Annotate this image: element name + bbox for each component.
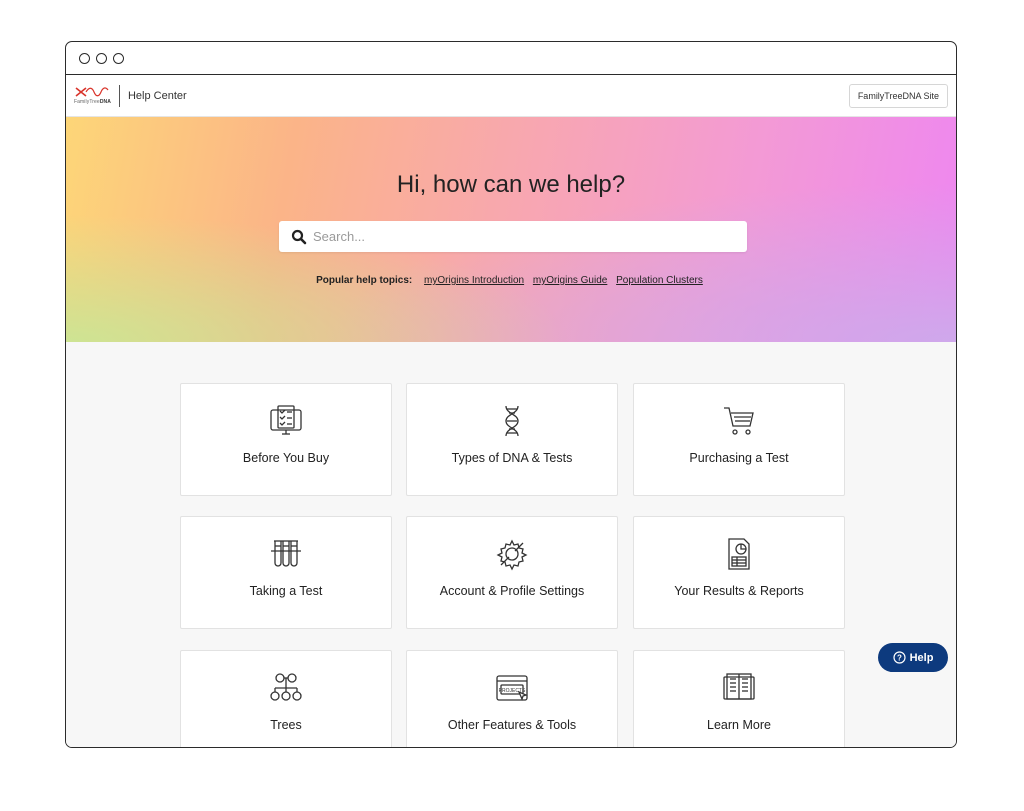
test-tubes-icon <box>271 540 301 567</box>
browser-window: FamilyTreeDNA Help Center FamilyTreeDNA … <box>65 41 957 748</box>
hero-title: Hi, how can we help? <box>396 171 626 198</box>
card-label: Trees <box>270 718 302 732</box>
card-your-results-reports[interactable]: Your Results & Reports <box>633 516 845 629</box>
card-label: Purchasing a Test <box>689 451 789 465</box>
card-taking-a-test[interactable]: Taking a Test <box>180 516 392 629</box>
open-book-icon <box>723 673 755 700</box>
help-center-title[interactable]: Help Center <box>128 90 187 102</box>
popular-link-myorigins-guide[interactable]: myOrigins Guide <box>533 275 607 286</box>
card-label: Account & Profile Settings <box>439 584 585 598</box>
popular-link-population-clusters[interactable]: Population Clusters <box>616 275 703 286</box>
brand[interactable]: FamilyTreeDNA Help Center <box>74 84 187 107</box>
logo[interactable]: FamilyTreeDNA <box>74 86 111 105</box>
dna-helix-icon <box>505 405 519 437</box>
card-label: Other Features & Tools <box>447 718 577 732</box>
help-widget-label: Help <box>909 651 934 664</box>
card-label: Before You Buy <box>242 451 330 465</box>
help-widget-button[interactable]: ? Help <box>878 643 948 672</box>
gear-wrench-icon <box>496 539 528 571</box>
logo-text: FamilyTreeDNA <box>74 99 111 105</box>
shopping-cart-icon <box>724 407 754 435</box>
card-label: Learn More <box>707 718 771 732</box>
card-account-profile-settings[interactable]: Account & Profile Settings <box>406 516 618 629</box>
family-tree-icon <box>270 673 302 701</box>
dna-logo-icon <box>75 87 109 97</box>
card-other-features-tools[interactable]: PROJECTS Other Features & Tools <box>406 650 618 747</box>
card-types-of-dna-tests[interactable]: Types of DNA & Tests <box>406 383 618 496</box>
card-label: Your Results & Reports <box>674 584 804 598</box>
search-input[interactable] <box>311 228 715 245</box>
question-circle-icon: ? <box>892 651 906 664</box>
card-purchasing-a-test[interactable]: Purchasing a Test <box>633 383 845 496</box>
checklist-monitor-icon <box>270 405 302 435</box>
svg-text:?: ? <box>897 653 902 662</box>
projects-screen-icon: PROJECTS <box>496 675 528 701</box>
window-control-minimize[interactable] <box>96 52 107 64</box>
popular-link-myorigins-introduction[interactable]: myOrigins Introduction <box>424 275 524 286</box>
familytreedna-site-button[interactable]: FamilyTreeDNA Site <box>848 83 948 108</box>
report-icon <box>728 538 750 570</box>
card-label: Taking a Test <box>249 584 323 598</box>
window-control-close[interactable] <box>79 52 90 64</box>
card-label: Types of DNA & Tests <box>451 451 573 465</box>
card-trees[interactable]: Trees <box>180 650 392 747</box>
window-control-maximize[interactable] <box>113 52 124 64</box>
popular-topics: Popular help topics: myOrigins Introduct… <box>66 275 956 286</box>
popular-topics-label: Popular help topics: <box>316 275 413 286</box>
search-box[interactable] <box>279 221 747 252</box>
app-header: FamilyTreeDNA Help Center FamilyTreeDNA … <box>66 75 956 117</box>
card-learn-more[interactable]: Learn More <box>633 650 845 747</box>
category-grid: Before You Buy Types of DNA & Tests Purc… <box>66 342 956 747</box>
window-titlebar <box>66 42 956 75</box>
hero-banner: Hi, how can we help? Popular help topics… <box>66 117 956 342</box>
card-before-you-buy[interactable]: Before You Buy <box>180 383 392 496</box>
search-icon <box>291 229 307 244</box>
brand-divider <box>118 84 120 107</box>
